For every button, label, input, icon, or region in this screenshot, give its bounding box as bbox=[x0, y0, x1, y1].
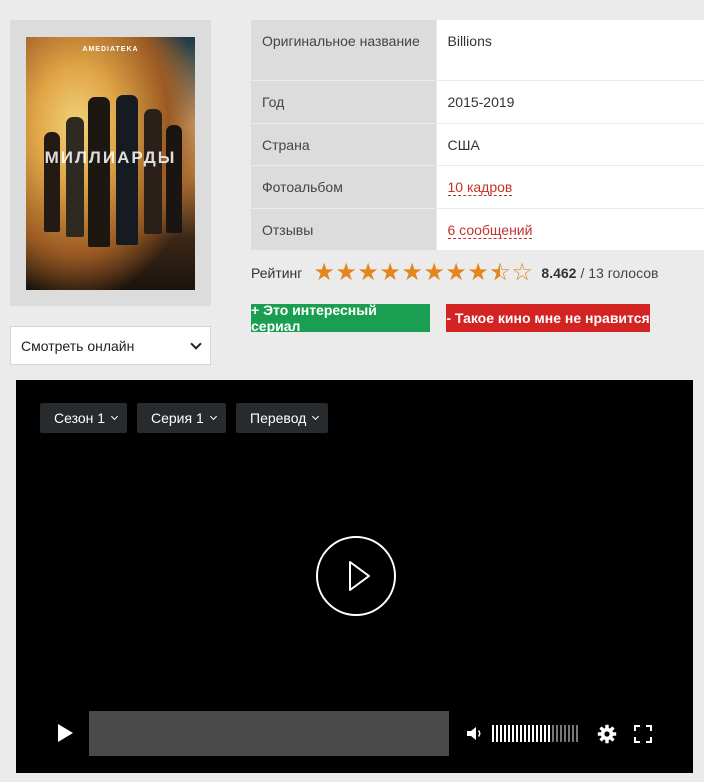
rating-stars[interactable]: ★ ★ ★ ★ ★ ★ ★ ★ ☆ ★ ☆ bbox=[313, 261, 533, 285]
watch-online-select-value: Смотреть онлайн bbox=[21, 337, 135, 354]
chevron-down-icon bbox=[209, 412, 217, 421]
volume-bar bbox=[532, 725, 534, 742]
star-filled-icon[interactable]: ★ bbox=[335, 261, 357, 285]
volume-bar bbox=[556, 725, 558, 742]
rating-votes: / 13 голосов bbox=[580, 265, 659, 281]
info-label: Страна bbox=[251, 122, 436, 165]
translation-dropdown-label: Перевод bbox=[250, 410, 307, 426]
rating-score: 8.462 bbox=[541, 265, 577, 281]
star-filled-icon[interactable]: ★ bbox=[401, 261, 423, 285]
volume-bar bbox=[528, 725, 530, 742]
volume-slider[interactable] bbox=[492, 725, 580, 742]
info-label: Оригинальное название bbox=[251, 20, 436, 80]
rating-label: Рейтинг bbox=[251, 265, 303, 281]
info-label: Фотоальбом bbox=[251, 164, 436, 208]
info-label: Год bbox=[251, 79, 436, 123]
reviews-link[interactable]: 6 сообщений bbox=[447, 221, 533, 239]
volume-bar bbox=[524, 725, 526, 742]
star-filled-icon[interactable]: ★ bbox=[357, 261, 379, 285]
info-value: Billions bbox=[435, 20, 704, 80]
poster-title: МИЛЛИАРДЫ bbox=[44, 148, 177, 167]
fullscreen-icon[interactable] bbox=[633, 724, 653, 749]
video-player[interactable]: Сезон 1 Серия 1 Перевод bbox=[16, 380, 693, 773]
chevron-down-icon bbox=[312, 412, 320, 421]
info-row-country: Страна США bbox=[251, 122, 704, 165]
settings-gear-icon[interactable] bbox=[597, 724, 617, 749]
rating: Рейтинг ★ ★ ★ ★ ★ ★ ★ ★ ☆ ★ ☆ 8.462 / 13 голосов bbox=[251, 258, 658, 288]
volume-bar bbox=[536, 725, 538, 742]
play-icon bbox=[349, 561, 370, 591]
volume-bar bbox=[576, 725, 578, 742]
volume-bar bbox=[500, 725, 502, 742]
big-play-button[interactable] bbox=[316, 536, 396, 616]
info-row-reviews: Отзывы 6 сообщений bbox=[251, 207, 704, 250]
progress-bar[interactable] bbox=[89, 711, 449, 756]
star-filled-icon[interactable]: ★ bbox=[423, 261, 445, 285]
volume-bar bbox=[552, 725, 554, 742]
photoalbum-link[interactable]: 10 кадров bbox=[447, 178, 513, 196]
poster-image[interactable]: AMEDIATEKA МИЛЛИАРДЫ bbox=[26, 37, 195, 290]
volume-icon[interactable] bbox=[466, 725, 484, 747]
star-filled-icon[interactable]: ★ bbox=[379, 261, 401, 285]
volume-bar bbox=[560, 725, 562, 742]
volume-bar bbox=[564, 725, 566, 742]
info-row-year: Год 2015-2019 bbox=[251, 79, 704, 123]
volume-bar bbox=[504, 725, 506, 742]
info-table: Оригинальное название Billions Год 2015-… bbox=[251, 20, 704, 250]
star-filled-icon[interactable]: ★ bbox=[467, 261, 489, 285]
info-value: США bbox=[435, 122, 704, 165]
volume-bar bbox=[568, 725, 570, 742]
info-row-photoalbum: Фотоальбом 10 кадров bbox=[251, 164, 704, 208]
poster-frame: AMEDIATEKA МИЛЛИАРДЫ bbox=[10, 20, 211, 306]
chevron-down-icon bbox=[190, 337, 202, 350]
info-row-original-title: Оригинальное название Billions bbox=[251, 20, 704, 80]
volume-bar bbox=[520, 725, 522, 742]
chevron-down-icon bbox=[111, 412, 119, 421]
volume-bar bbox=[544, 725, 546, 742]
info-label: Отзывы bbox=[251, 207, 436, 250]
play-button[interactable] bbox=[56, 723, 74, 748]
star-half-icon[interactable]: ☆ ★ bbox=[489, 261, 511, 285]
episode-dropdown-label: Серия 1 bbox=[151, 410, 204, 426]
episode-dropdown[interactable]: Серия 1 bbox=[137, 403, 226, 433]
volume-bar bbox=[496, 725, 498, 742]
season-dropdown-label: Сезон 1 bbox=[54, 410, 106, 426]
dislike-button[interactable]: - Такое кино мне не нравится bbox=[446, 304, 650, 332]
watch-online-select[interactable]: Смотреть онлайн bbox=[10, 326, 211, 365]
info-value: 6 сообщений bbox=[435, 207, 704, 250]
translation-dropdown[interactable]: Перевод bbox=[236, 403, 329, 433]
volume-bar bbox=[512, 725, 514, 742]
star-filled-icon[interactable]: ★ bbox=[445, 261, 467, 285]
star-filled-icon[interactable]: ★ bbox=[313, 261, 335, 285]
volume-bar bbox=[516, 725, 518, 742]
poster-brand: AMEDIATEKA bbox=[82, 46, 139, 53]
play-icon bbox=[58, 724, 73, 742]
volume-bar bbox=[492, 725, 494, 742]
volume-bar bbox=[540, 725, 542, 742]
info-value: 10 кадров bbox=[435, 164, 704, 208]
season-dropdown[interactable]: Сезон 1 bbox=[40, 403, 128, 433]
star-empty-icon[interactable]: ☆ bbox=[511, 261, 533, 285]
like-button[interactable]: + Это интересный сериал bbox=[251, 302, 430, 334]
volume-bar bbox=[508, 725, 510, 742]
volume-bar bbox=[572, 725, 574, 742]
volume-bar bbox=[548, 725, 550, 742]
info-value: 2015-2019 bbox=[435, 79, 704, 123]
